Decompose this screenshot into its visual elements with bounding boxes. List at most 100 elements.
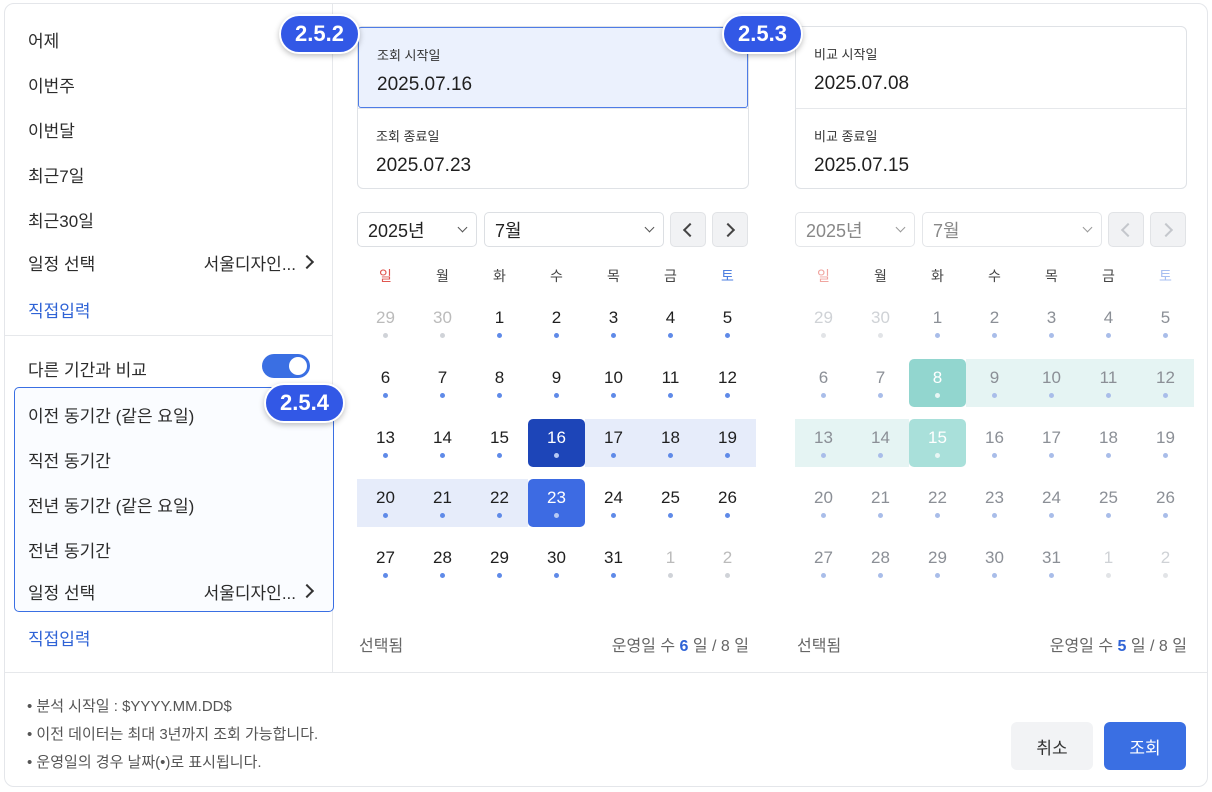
compare-day-cell[interactable]: 10 <box>1023 359 1080 407</box>
end-date-field[interactable]: 조회 종료일 2025.07.23 <box>358 108 748 189</box>
compare-day-cell[interactable]: 6 <box>795 359 852 407</box>
compare-day-cell[interactable]: 22 <box>909 479 966 527</box>
compare-start-field[interactable]: 비교 시작일 2025.07.08 <box>796 27 1186 108</box>
compare-day-cell[interactable]: 26 <box>1137 479 1194 527</box>
main-day-cell[interactable]: 28 <box>414 539 471 587</box>
main-day-cell[interactable]: 2 <box>528 299 585 347</box>
main-day-cell[interactable]: 6 <box>357 359 414 407</box>
prev-month-button[interactable] <box>670 212 706 247</box>
compare-day-cell[interactable]: 17 <box>1023 419 1080 467</box>
compare-day-cell[interactable]: 1 <box>1080 539 1137 587</box>
main-day-cell[interactable]: 12 <box>699 359 756 407</box>
main-day-cell[interactable]: 19 <box>699 419 756 467</box>
cancel-button[interactable]: 취소 <box>1011 722 1093 770</box>
compare-day-cell[interactable]: 3 <box>1023 299 1080 347</box>
main-day-cell[interactable]: 25 <box>642 479 699 527</box>
compare-toggle[interactable] <box>262 354 310 378</box>
compare-option-prev-same-weekday[interactable]: 이전 동기간 (같은 요일) <box>28 402 194 427</box>
compare-day-cell[interactable]: 16 <box>966 419 1023 467</box>
compare-day-cell[interactable]: 4 <box>1080 299 1137 347</box>
compare-day-cell[interactable]: 30 <box>852 299 909 347</box>
compare-day-cell[interactable]: 5 <box>1137 299 1194 347</box>
compare-day-cell[interactable]: 20 <box>795 479 852 527</box>
compare-prev-month-button[interactable] <box>1108 212 1144 247</box>
main-day-cell[interactable]: 13 <box>357 419 414 467</box>
main-day-cell[interactable]: 2 <box>699 539 756 587</box>
preset-last-7-days[interactable]: 최근7일 <box>28 162 84 187</box>
month-select[interactable]: 7월 <box>484 212 664 247</box>
main-day-cell[interactable]: 7 <box>414 359 471 407</box>
main-day-cell[interactable]: 29 <box>357 299 414 347</box>
compare-day-cell[interactable]: 9 <box>966 359 1023 407</box>
compare-day-cell[interactable]: 27 <box>795 539 852 587</box>
compare-day-cell[interactable]: 23 <box>966 479 1023 527</box>
compare-day-cell[interactable]: 8 <box>909 359 966 407</box>
operating-day-dot <box>383 333 388 338</box>
direct-input-link[interactable]: 직접입력 <box>28 297 91 322</box>
compare-day-cell[interactable]: 19 <box>1137 419 1194 467</box>
main-day-cell[interactable]: 30 <box>528 539 585 587</box>
compare-day-cell[interactable]: 12 <box>1137 359 1194 407</box>
compare-day-cell[interactable]: 24 <box>1023 479 1080 527</box>
compare-day-cell[interactable]: 15 <box>909 419 966 467</box>
compare-day-cell[interactable]: 2 <box>1137 539 1194 587</box>
compare-direct-input-link[interactable]: 직접입력 <box>28 625 91 650</box>
compare-day-cell[interactable]: 14 <box>852 419 909 467</box>
main-day-cell[interactable]: 3 <box>585 299 642 347</box>
schedule-select-row[interactable]: 일정 선택 서울디자인... <box>28 249 316 275</box>
compare-schedule-select-row[interactable]: 일정 선택 서울디자인... <box>28 578 316 604</box>
compare-year-select[interactable]: 2025년 <box>795 212 915 247</box>
compare-option-prev-period[interactable]: 직전 동기간 <box>28 447 111 472</box>
main-day-cell[interactable]: 16 <box>528 419 585 467</box>
footer-bar: • 분석 시작일 : $YYYY.MM.DD$ • 이전 데이터는 최대 3년까… <box>5 672 1207 786</box>
compare-day-cell[interactable]: 2 <box>966 299 1023 347</box>
main-day-cell[interactable]: 1 <box>471 299 528 347</box>
search-button[interactable]: 조회 <box>1104 722 1186 770</box>
compare-day-cell[interactable]: 29 <box>795 299 852 347</box>
main-day-cell[interactable]: 8 <box>471 359 528 407</box>
year-select[interactable]: 2025년 <box>357 212 477 247</box>
compare-end-field[interactable]: 비교 종료일 2025.07.15 <box>796 108 1186 189</box>
main-day-cell[interactable]: 14 <box>414 419 471 467</box>
compare-day-cell[interactable]: 29 <box>909 539 966 587</box>
start-date-field[interactable]: 조회 시작일 2025.07.16 <box>358 27 748 108</box>
compare-day-cell[interactable]: 11 <box>1080 359 1137 407</box>
main-day-cell[interactable]: 29 <box>471 539 528 587</box>
main-day-cell[interactable]: 11 <box>642 359 699 407</box>
compare-day-cell[interactable]: 18 <box>1080 419 1137 467</box>
compare-day-cell[interactable]: 21 <box>852 479 909 527</box>
main-day-cell[interactable]: 4 <box>642 299 699 347</box>
compare-day-cell[interactable]: 30 <box>966 539 1023 587</box>
main-day-cell[interactable]: 23 <box>528 479 585 527</box>
preset-yesterday[interactable]: 어제 <box>28 27 59 52</box>
compare-month-select[interactable]: 7월 <box>922 212 1102 247</box>
next-month-button[interactable] <box>712 212 748 247</box>
main-day-cell[interactable]: 1 <box>642 539 699 587</box>
main-day-cell[interactable]: 20 <box>357 479 414 527</box>
main-day-cell[interactable]: 22 <box>471 479 528 527</box>
main-day-cell[interactable]: 5 <box>699 299 756 347</box>
main-day-cell[interactable]: 27 <box>357 539 414 587</box>
preset-last-30-days[interactable]: 최근30일 <box>28 207 94 232</box>
compare-day-cell[interactable]: 1 <box>909 299 966 347</box>
compare-day-cell[interactable]: 7 <box>852 359 909 407</box>
main-day-cell[interactable]: 24 <box>585 479 642 527</box>
main-day-cell[interactable]: 18 <box>642 419 699 467</box>
compare-next-month-button[interactable] <box>1150 212 1186 247</box>
preset-this-week[interactable]: 이번주 <box>28 72 75 97</box>
main-day-cell[interactable]: 21 <box>414 479 471 527</box>
main-day-cell[interactable]: 31 <box>585 539 642 587</box>
compare-day-cell[interactable]: 28 <box>852 539 909 587</box>
compare-option-last-year[interactable]: 전년 동기간 <box>28 537 111 562</box>
main-day-cell[interactable]: 17 <box>585 419 642 467</box>
main-day-cell[interactable]: 9 <box>528 359 585 407</box>
preset-this-month[interactable]: 이번달 <box>28 117 75 142</box>
compare-day-cell[interactable]: 25 <box>1080 479 1137 527</box>
main-day-cell[interactable]: 15 <box>471 419 528 467</box>
main-day-cell[interactable]: 10 <box>585 359 642 407</box>
compare-option-last-year-same-weekday[interactable]: 전년 동기간 (같은 요일) <box>28 492 194 517</box>
compare-day-cell[interactable]: 31 <box>1023 539 1080 587</box>
compare-day-cell[interactable]: 13 <box>795 419 852 467</box>
main-day-cell[interactable]: 26 <box>699 479 756 527</box>
main-day-cell[interactable]: 30 <box>414 299 471 347</box>
